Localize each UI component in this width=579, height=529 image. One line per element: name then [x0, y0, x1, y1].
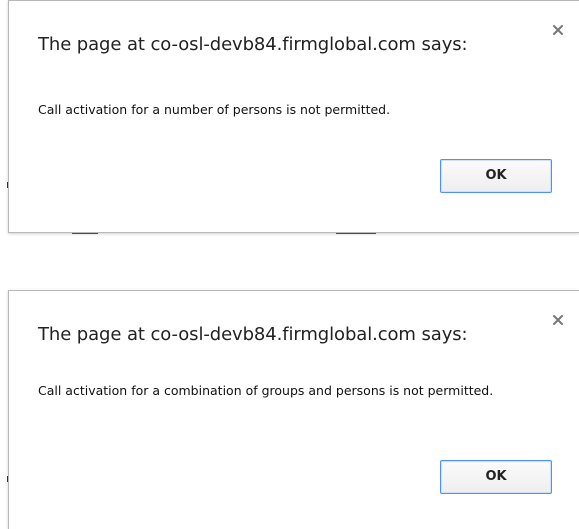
dialog-title: The page at co-osl-devb84.firmglobal.com… [38, 34, 468, 55]
background-divider [72, 233, 98, 234]
dialog-message: Call activation for a number of persons … [38, 102, 391, 117]
background-divider [336, 233, 376, 234]
close-icon[interactable] [551, 23, 565, 37]
close-icon[interactable] [551, 313, 565, 327]
dialog-message: Call activation for a combination of gro… [38, 383, 494, 398]
alert-dialog: The page at co-osl-devb84.firmglobal.com… [8, 290, 579, 529]
ok-button[interactable]: OK [440, 159, 552, 193]
ok-button[interactable]: OK [440, 460, 552, 494]
screenshot-canvas: The page at co-osl-devb84.firmglobal.com… [0, 0, 579, 529]
dialog-title: The page at co-osl-devb84.firmglobal.com… [38, 324, 468, 345]
alert-dialog: The page at co-osl-devb84.firmglobal.com… [8, 0, 579, 233]
